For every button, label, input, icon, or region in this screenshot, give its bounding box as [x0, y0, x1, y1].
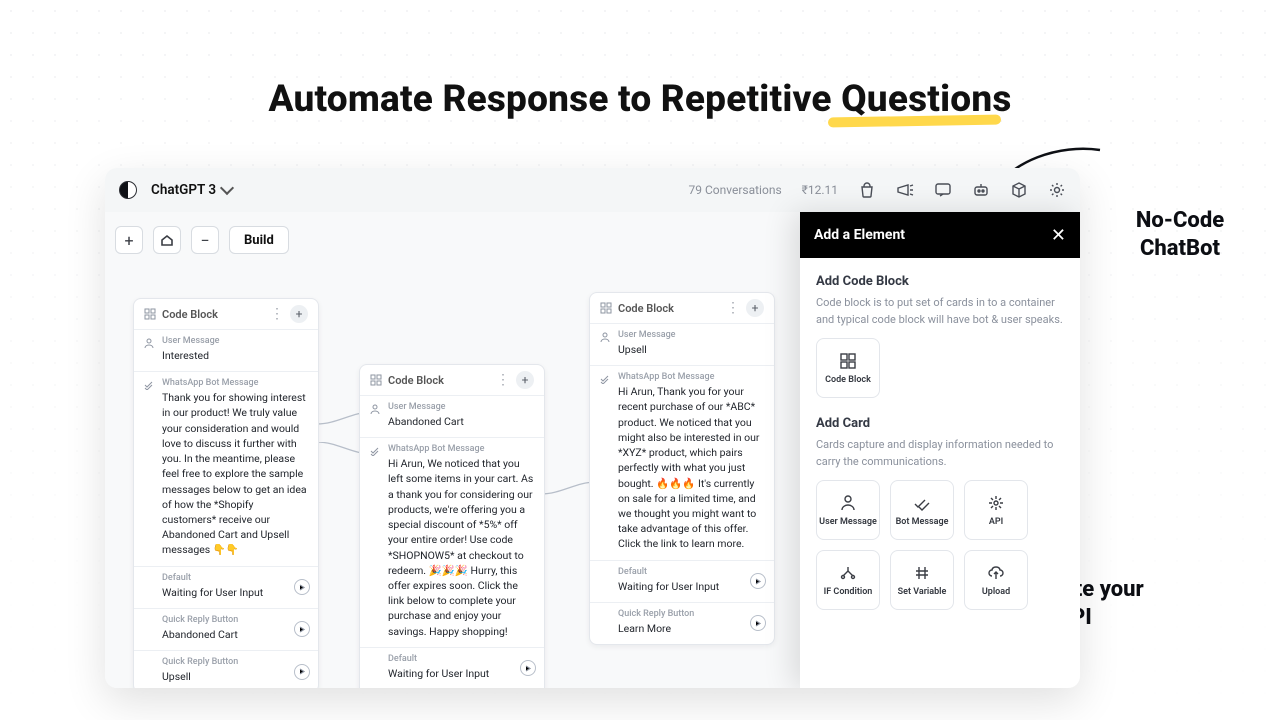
port-qr-1[interactable]	[294, 621, 310, 637]
gear-icon[interactable]	[1048, 181, 1066, 199]
code-block-card-1[interactable]: Code Block ⋮ + User Message Interested W…	[133, 298, 319, 688]
add-element-drawer: Add a Element ✕ Add Code Block Code bloc…	[800, 212, 1080, 688]
code-block-card-2[interactable]: Code Block ⋮ + User Message Abandoned Ca…	[359, 364, 545, 688]
card-menu[interactable]: ⋮	[726, 301, 740, 315]
label-qr-1: Quick Reply Button	[162, 615, 308, 625]
card-title: Code Block	[618, 302, 720, 315]
grid-icon	[839, 352, 857, 370]
conversations-count: 79 Conversations	[689, 183, 782, 197]
card-add[interactable]: +	[290, 305, 308, 323]
close-icon[interactable]: ✕	[1051, 225, 1066, 246]
section-desc-card: Cards capture and display information ne…	[816, 437, 1064, 470]
section-heading-code: Add Code Block	[816, 274, 1064, 289]
theme-icon[interactable]	[119, 181, 137, 199]
grid-icon	[370, 374, 382, 386]
user-msg-value: Upsell	[618, 342, 764, 357]
user-icon	[600, 332, 610, 342]
label-qr-2: Quick Reply Button	[162, 657, 308, 667]
user-icon	[144, 338, 154, 348]
user-msg-value: Interested	[162, 348, 308, 363]
section-desc-code: Code block is to put set of cards in to …	[816, 295, 1064, 328]
default-value: Waiting for User Input	[618, 579, 764, 594]
chat-icon[interactable]	[934, 181, 952, 199]
hero-underline	[828, 114, 1001, 127]
add-button[interactable]: +	[115, 226, 143, 254]
tile-code-block[interactable]: Code Block	[816, 338, 880, 398]
label-default: Default	[162, 573, 308, 583]
grid-icon	[144, 308, 156, 320]
qr-value: Learn More	[618, 621, 764, 636]
user-icon	[370, 404, 380, 414]
label-user-msg: User Message	[388, 402, 534, 412]
label-default: Default	[388, 654, 534, 664]
qr-value-2: Upsell	[162, 669, 308, 684]
section-heading-card: Add Card	[816, 416, 1064, 431]
card-menu[interactable]: ⋮	[270, 307, 284, 321]
cloud-upload-icon	[987, 564, 1005, 582]
tile-api[interactable]: API	[964, 480, 1028, 540]
label-bot-msg: WhatsApp Bot Message	[162, 378, 308, 388]
megaphone-icon[interactable]	[896, 181, 914, 199]
label-bot-msg: WhatsApp Bot Message	[618, 372, 764, 382]
label-user-msg: User Message	[618, 330, 764, 340]
bag-icon[interactable]	[858, 181, 876, 199]
port-default[interactable]	[520, 660, 536, 676]
card-title: Code Block	[162, 308, 264, 321]
port-default[interactable]	[294, 579, 310, 595]
callout-nocode: No-Code ChatBot	[1095, 207, 1265, 262]
api-icon	[987, 494, 1005, 512]
label-bot-msg: WhatsApp Bot Message	[388, 444, 534, 454]
branch-icon	[839, 564, 857, 582]
card-title: Code Block	[388, 374, 490, 387]
port-default[interactable]	[750, 573, 766, 589]
user-msg-value: Abandoned Cart	[388, 414, 534, 429]
chevron-down-icon	[220, 181, 234, 195]
label-default: Default	[618, 567, 764, 577]
qr-value-1: Abandoned Cart	[162, 627, 308, 642]
check-icon	[600, 374, 610, 384]
hash-icon	[913, 564, 931, 582]
home-button[interactable]	[153, 226, 181, 254]
port-qr[interactable]	[750, 615, 766, 631]
check-icon	[370, 446, 380, 456]
tile-user-message[interactable]: User Message	[816, 480, 880, 540]
check-icon	[144, 380, 154, 390]
build-button[interactable]: Build	[229, 226, 289, 254]
app-toolbar: ChatGPT 3 79 Conversations ₹12.11	[105, 168, 1080, 212]
bot-msg-value: Thank you for showing interest in our pr…	[162, 390, 308, 557]
port-qr-2[interactable]	[294, 664, 310, 680]
tile-if-condition[interactable]: IF Condition	[816, 550, 880, 610]
tile-set-variable[interactable]: Set Variable	[890, 550, 954, 610]
workspace-name: ChatGPT 3	[151, 182, 216, 198]
label-qr: Quick Reply Button	[618, 609, 764, 619]
page-title: Automate Response to Repetitive Question…	[0, 78, 1280, 121]
card-add[interactable]: +	[516, 371, 534, 389]
card-add[interactable]: +	[746, 299, 764, 317]
default-value: Waiting for User Input	[162, 585, 308, 600]
drawer-title: Add a Element	[814, 227, 905, 243]
cube-icon[interactable]	[1010, 181, 1028, 199]
grid-icon	[600, 302, 612, 314]
builder-tools: + − Build	[115, 226, 289, 254]
remove-button[interactable]: −	[191, 226, 219, 254]
user-icon	[839, 494, 857, 512]
workspace-dropdown[interactable]: ChatGPT 3	[151, 182, 232, 198]
card-menu[interactable]: ⋮	[496, 373, 510, 387]
bot-icon[interactable]	[972, 181, 990, 199]
billing-amount: ₹12.11	[802, 183, 838, 197]
bot-msg-value: Hi Arun, Thank you for your recent purch…	[618, 384, 764, 551]
label-user-msg: User Message	[162, 336, 308, 346]
default-value: Waiting for User Input	[388, 666, 534, 681]
code-block-card-3[interactable]: Code Block ⋮ + User Message Upsell Whats…	[589, 292, 775, 645]
double-check-icon	[913, 494, 931, 512]
tile-upload[interactable]: Upload	[964, 550, 1028, 610]
app-frame: ChatGPT 3 79 Conversations ₹12.11	[105, 168, 1080, 688]
tile-bot-message[interactable]: Bot Message	[890, 480, 954, 540]
bot-msg-value: Hi Arun, We noticed that you left some i…	[388, 456, 534, 639]
